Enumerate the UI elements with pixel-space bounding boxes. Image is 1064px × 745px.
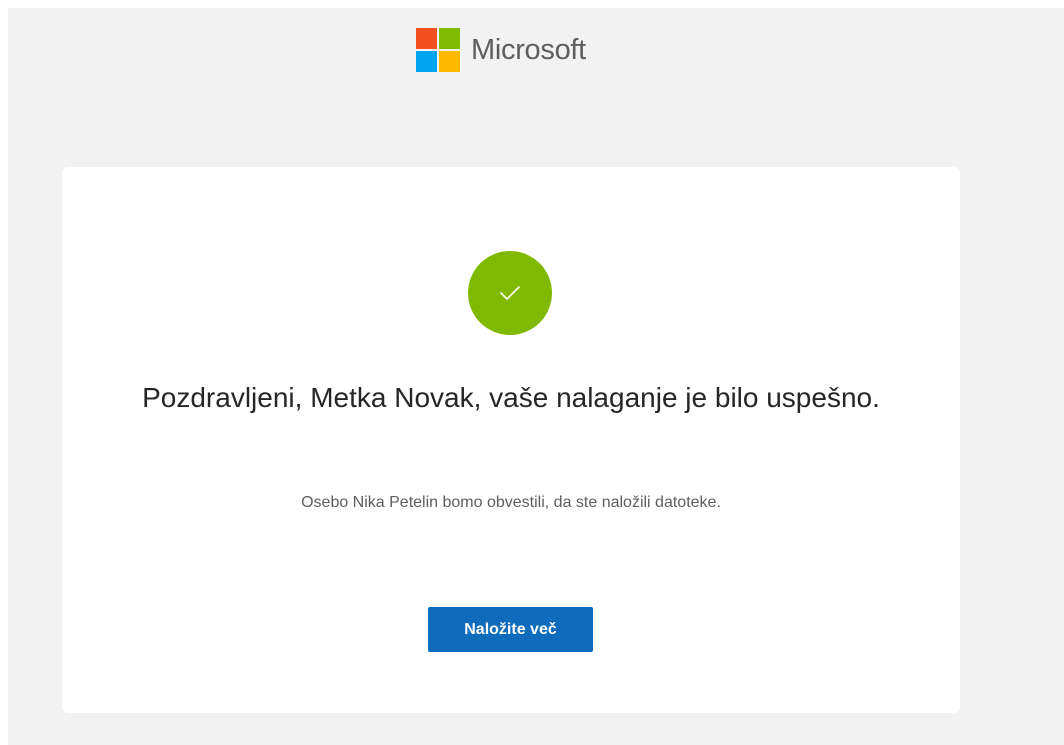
logo-square-green	[439, 28, 460, 49]
check-icon	[500, 286, 520, 300]
brand-name: Microsoft	[471, 33, 586, 66]
brand-header: Microsoft	[416, 28, 586, 72]
upload-more-button[interactable]: Naložite več	[428, 607, 593, 652]
microsoft-logo-icon	[416, 28, 460, 72]
page-background: Microsoft Pozdravljeni, Metka Novak, vaš…	[8, 8, 1064, 745]
logo-square-red	[416, 28, 437, 49]
confirmation-card: Pozdravljeni, Metka Novak, vaše nalaganj…	[62, 167, 960, 713]
logo-square-blue	[416, 51, 437, 72]
success-badge	[468, 251, 552, 335]
logo-square-yellow	[439, 51, 460, 72]
success-headline: Pozdravljeni, Metka Novak, vaše nalaganj…	[142, 382, 880, 413]
notification-message: Osebo Nika Petelin bomo obvestili, da st…	[301, 494, 721, 511]
